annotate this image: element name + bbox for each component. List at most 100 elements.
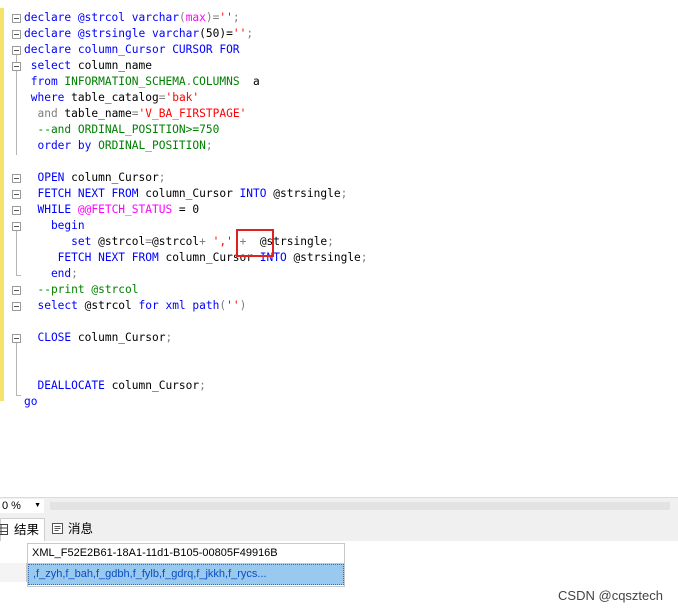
xml-result-cell[interactable]: ,f_zyh,f_bah,f_gdbh,f_fylb,f_gdrq,f_jkkh… — [28, 564, 344, 585]
code-token: column_Cursor — [77, 331, 166, 344]
code-line[interactable]: DEALLOCATE column_Cursor; — [24, 378, 206, 394]
outline-guide-end — [16, 395, 21, 396]
code-line[interactable]: declare column_Cursor CURSOR FOR — [24, 42, 240, 58]
code-line[interactable]: --and ORDINAL_POSITION>=750 — [24, 122, 219, 138]
column-header[interactable]: XML_F52E2B61-18A1-11d1-B105-00805F49916B — [28, 544, 344, 564]
code-token: for xml path — [138, 299, 220, 312]
code-token: table_catalog — [71, 91, 159, 104]
code-token: varchar — [131, 11, 179, 24]
code-token: go — [24, 395, 38, 408]
code-token: column_Cursor — [71, 171, 159, 184]
code-token: ORDINAL_POSITION — [98, 139, 206, 152]
results-grid-panel: XML_F52E2B61-18A1-11d1-B105-00805F49916B… — [0, 541, 678, 611]
query-editor[interactable]: declare @strcol varchar(max)=''; declare … — [0, 0, 678, 497]
code-token: ; — [199, 379, 206, 392]
watermark: CSDN @cqsztech — [558, 588, 663, 603]
code-token: ; — [232, 11, 240, 24]
outline-guide — [16, 231, 17, 275]
collapse-icon[interactable] — [12, 334, 21, 343]
code-line[interactable]: FETCH NEXT FROM column_Cursor INTO @strs… — [24, 186, 347, 202]
row-header[interactable] — [0, 563, 27, 582]
code-line[interactable]: begin — [24, 218, 85, 234]
code-line[interactable]: --print @strcol — [24, 282, 138, 298]
code-token: + — [199, 235, 213, 248]
code-line[interactable]: WHILE @@FETCH_STATUS = 0 — [24, 202, 199, 218]
code-token: = — [131, 107, 139, 120]
code-token: @strcol — [84, 299, 139, 312]
collapse-icon[interactable] — [12, 174, 21, 183]
code-token: set — [24, 235, 99, 248]
code-line[interactable]: set @strcol=@strcol+ ',' + @strsingle; — [24, 234, 334, 250]
code-token: begin — [24, 219, 85, 232]
code-token: ; — [165, 331, 173, 344]
code-token: @strcol — [98, 235, 146, 248]
code-token: declare @strcol — [24, 11, 132, 24]
code-token: @strcol — [152, 235, 200, 248]
collapse-icon[interactable] — [12, 30, 21, 39]
code-line[interactable]: select column_name — [24, 58, 152, 74]
code-line[interactable]: FETCH NEXT FROM column_Cursor INTO @strs… — [24, 250, 368, 266]
code-line[interactable]: where table_catalog='bak' — [24, 90, 199, 106]
code-line[interactable]: from INFORMATION_SCHEMA.COLUMNS a — [24, 74, 260, 90]
code-token: ; — [360, 251, 368, 264]
code-token: = 0 — [172, 203, 200, 216]
collapse-icon[interactable] — [12, 302, 21, 311]
collapse-icon[interactable] — [12, 62, 21, 71]
code-token: select — [24, 59, 78, 72]
tab-messages[interactable]: 消息 — [48, 518, 100, 540]
zoom-value: 0 % — [2, 500, 21, 512]
code-token: ( — [178, 11, 186, 24]
results-tab-bar: 结果 消息 — [0, 514, 678, 542]
code-token: FETCH NEXT FROM — [24, 187, 146, 200]
code-token: OPEN — [24, 171, 72, 184]
code-token: @@FETCH_STATUS — [77, 203, 173, 216]
collapse-icon[interactable] — [12, 190, 21, 199]
column-header-label: XML_F52E2B61-18A1-11d1-B105-00805F49916B — [32, 547, 278, 559]
zoom-dropdown[interactable]: 0 % ▼ — [0, 499, 44, 513]
collapse-icon[interactable] — [12, 206, 21, 215]
code-line[interactable]: select @strcol for xml path('') — [24, 298, 246, 314]
outline-guide-end — [16, 275, 21, 276]
code-token: COLUMNS — [192, 75, 240, 88]
collapse-icon[interactable] — [12, 286, 21, 295]
code-token: )= — [205, 11, 220, 24]
code-token: ; — [340, 187, 348, 200]
code-token: DEALLOCATE — [24, 379, 112, 392]
tab-results[interactable]: 结果 — [0, 518, 45, 541]
collapse-icon[interactable] — [12, 222, 21, 231]
code-token: select — [24, 299, 85, 312]
code-token: table_name — [64, 107, 132, 120]
code-token: ; — [205, 139, 213, 152]
xml-result-link[interactable]: ,f_zyh,f_bah,f_gdbh,f_fylb,f_gdrq,f_jkkh… — [33, 565, 267, 584]
collapse-icon[interactable] — [12, 46, 21, 55]
code-token: ; — [158, 171, 166, 184]
code-token: --and ORDINAL_POSITION>=750 — [24, 123, 220, 136]
code-token: '' — [232, 27, 247, 40]
code-line[interactable]: end; — [24, 266, 78, 282]
code-token: ; — [71, 267, 78, 280]
code-line[interactable]: declare @strcol varchar(max)=''; — [24, 10, 240, 26]
code-token: ',' — [212, 235, 233, 248]
code-line[interactable]: OPEN column_Cursor; — [24, 170, 165, 186]
horizontal-scrollbar[interactable] — [50, 502, 670, 510]
code-token: varchar — [151, 27, 200, 40]
code-token: CLOSE — [24, 331, 78, 344]
code-line[interactable]: and table_name='V_BA_FIRSTPAGE' — [24, 106, 246, 122]
code-token: declare column_Cursor — [24, 43, 173, 56]
code-token: where — [24, 91, 72, 104]
code-token: order by — [24, 139, 99, 152]
code-token: INTO — [239, 187, 274, 200]
tab-results-label: 结果 — [14, 523, 40, 537]
collapse-icon[interactable] — [12, 14, 21, 23]
code-line[interactable]: declare @strsingle varchar(50)=''; — [24, 26, 253, 42]
code-token: max — [185, 11, 206, 24]
code-token: WHILE — [24, 203, 78, 216]
code-token: '' — [226, 299, 240, 312]
code-line[interactable]: go — [24, 394, 37, 410]
code-line[interactable]: CLOSE column_Cursor; — [24, 330, 172, 346]
grid-icon — [0, 524, 8, 535]
code-token: ) — [239, 299, 247, 312]
code-token: end — [24, 267, 72, 280]
code-token: column_Cursor — [145, 187, 240, 200]
code-line[interactable]: order by ORDINAL_POSITION; — [24, 138, 213, 154]
